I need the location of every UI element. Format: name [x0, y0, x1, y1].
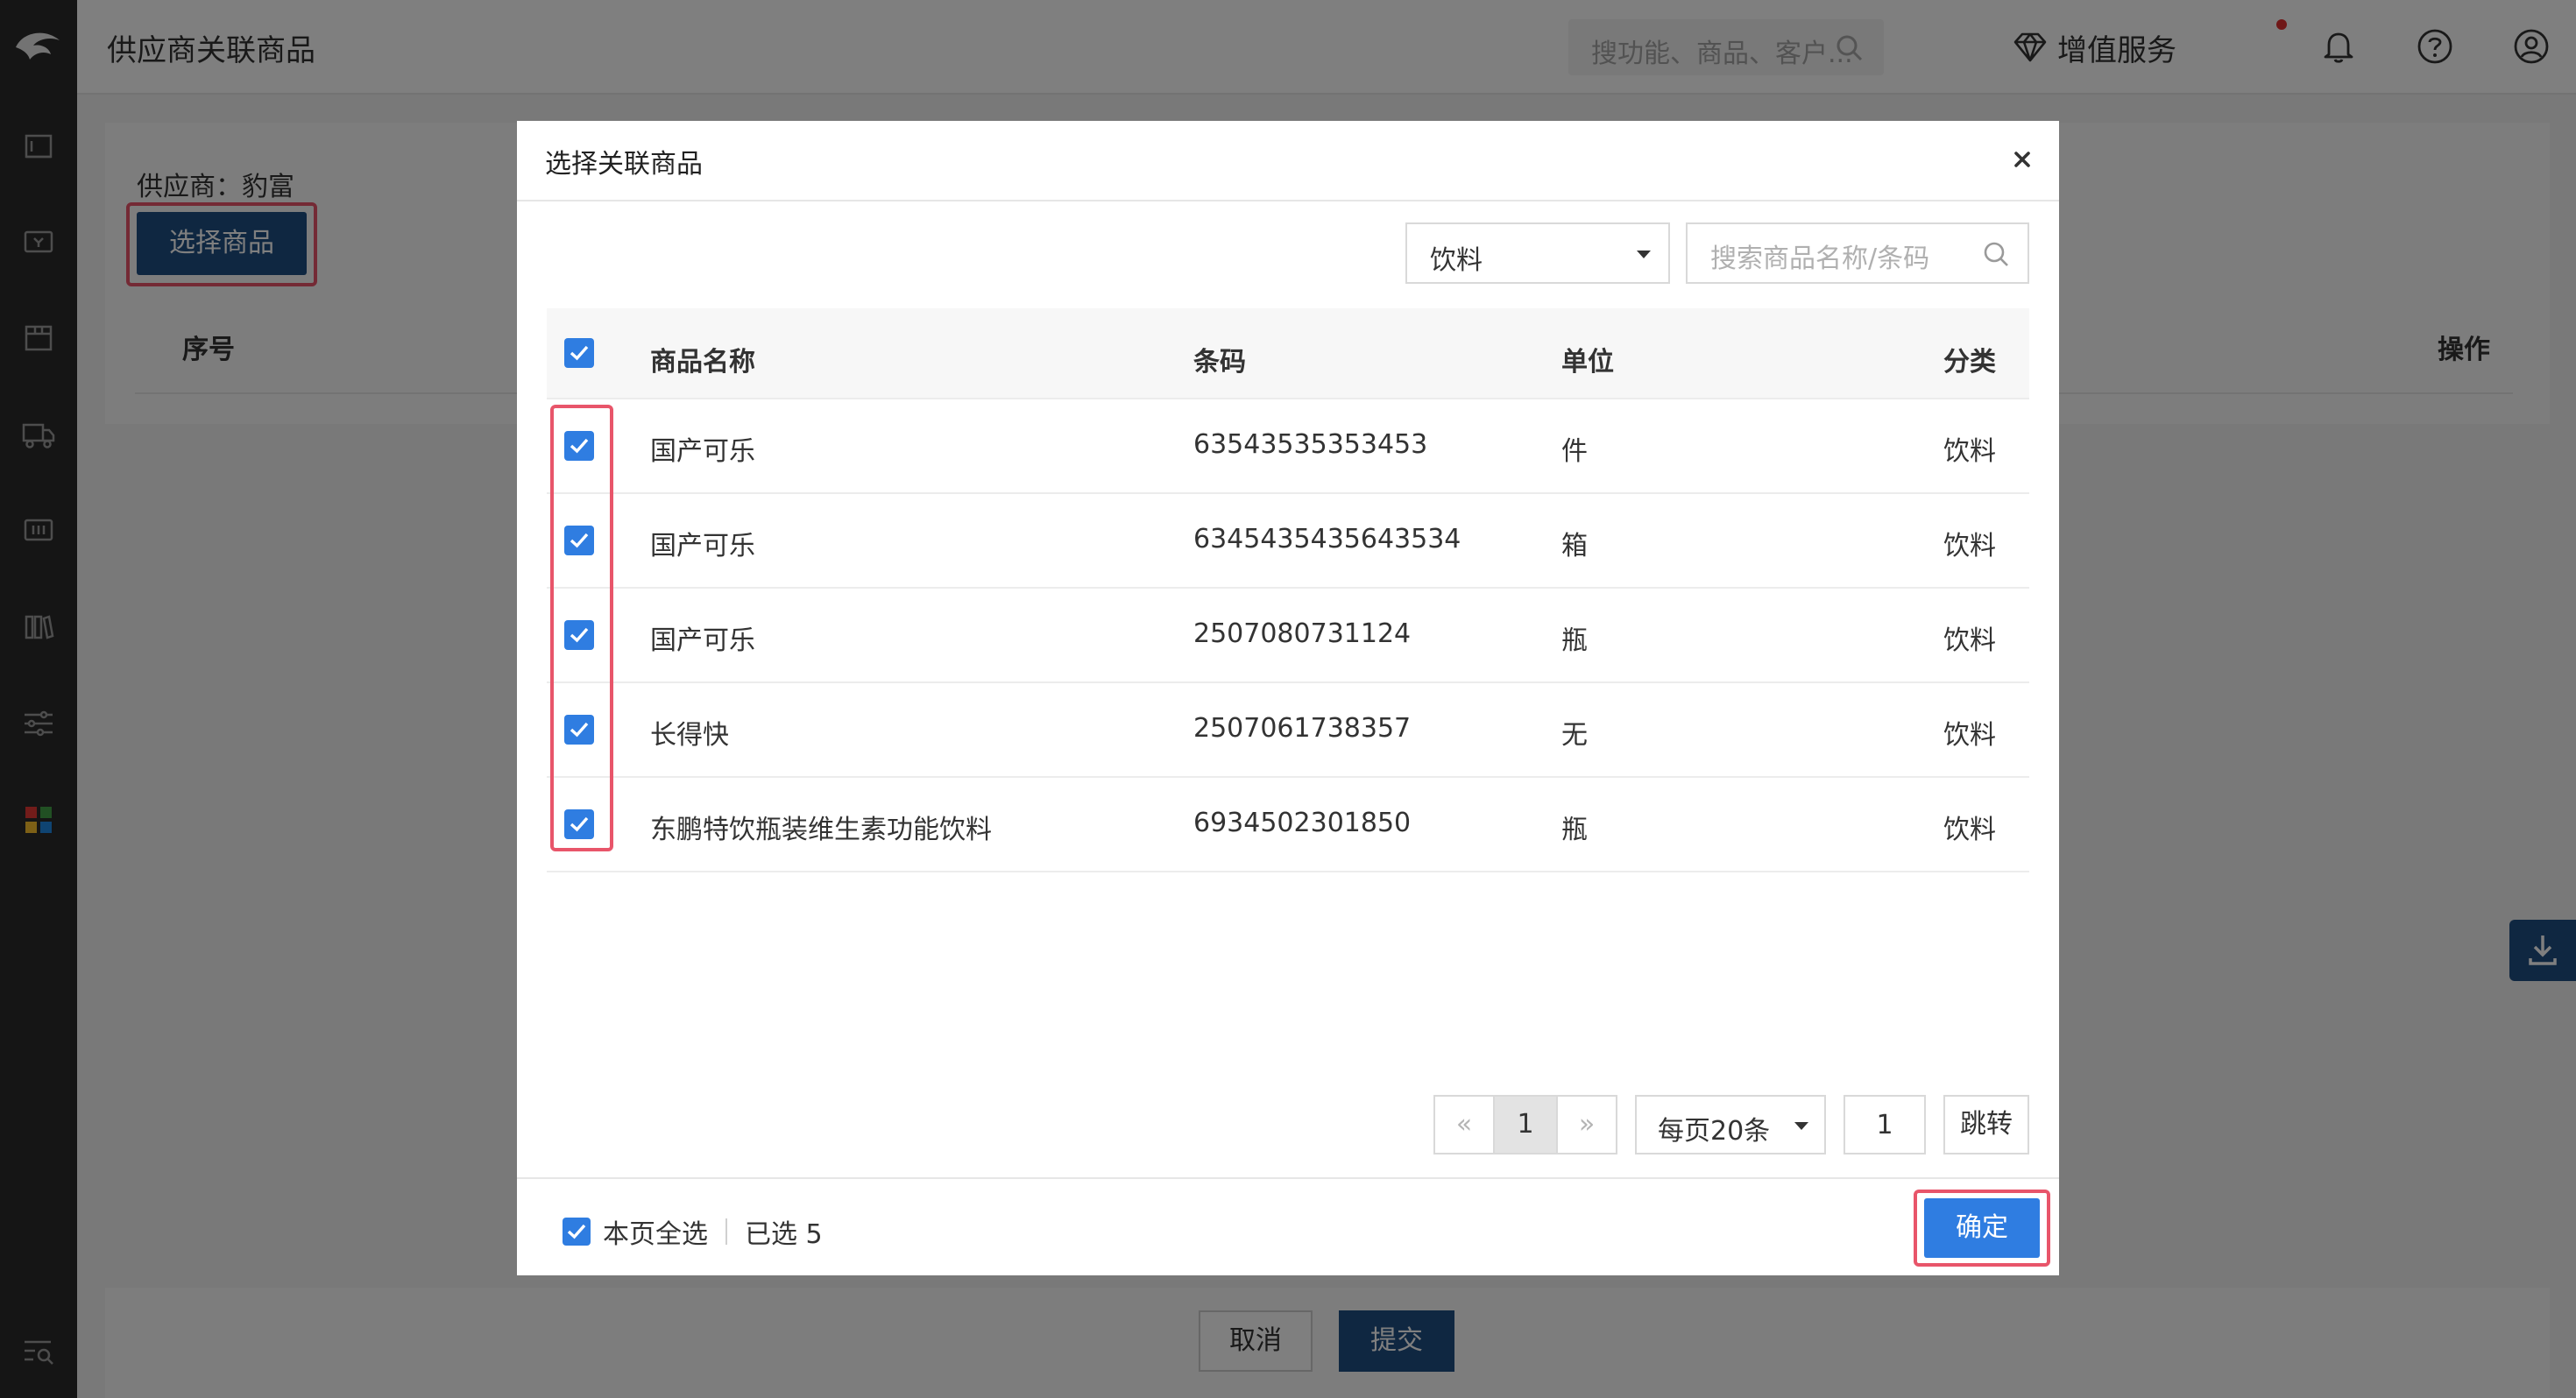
- footer-separator: [725, 1218, 727, 1245]
- row-barcode: 63543535353453: [1193, 429, 1428, 460]
- next-page-button[interactable]: »: [1556, 1095, 1617, 1154]
- column-header-name: 商品名称: [650, 347, 755, 378]
- table-row[interactable]: 国产可乐 2507080731124 瓶 饮料: [547, 589, 2029, 683]
- row-name: 国产可乐: [650, 531, 755, 561]
- table-header-row: 商品名称 条码 单位 分类: [547, 308, 2029, 399]
- column-header-category: 分类: [1943, 347, 1996, 378]
- row-barcode: 6345435435643534: [1193, 524, 1461, 554]
- row-unit: 瓶: [1561, 625, 1588, 656]
- page-1-button[interactable]: 1: [1495, 1095, 1556, 1154]
- chevron-down-icon: [1637, 251, 1651, 258]
- row-category: 饮料: [1943, 815, 1996, 845]
- check-icon: [570, 345, 589, 361]
- footer-select-all: 本页全选 已选 5: [563, 1212, 823, 1251]
- page-size-select[interactable]: 每页20条: [1635, 1095, 1826, 1154]
- close-icon[interactable]: [2003, 140, 2042, 179]
- row-unit: 件: [1561, 436, 1588, 467]
- jump-button[interactable]: 跳转: [1943, 1095, 2029, 1154]
- select-products-modal: 选择关联商品 饮料 搜索商品名称/条码 商品名称 条码 单位 分类 国产可乐 6…: [517, 121, 2059, 1275]
- row-category: 饮料: [1943, 720, 1996, 751]
- row-category: 饮料: [1943, 436, 1996, 467]
- row-name: 东鹏特饮瓶装维生素功能饮料: [650, 815, 992, 845]
- table-row[interactable]: 东鹏特饮瓶装维生素功能饮料 6934502301850 瓶 饮料: [547, 778, 2029, 872]
- table-row[interactable]: 国产可乐 63543535353453 件 饮料: [547, 399, 2029, 494]
- table-row[interactable]: 国产可乐 6345435435643534 箱 饮料: [547, 494, 2029, 589]
- row-unit: 无: [1561, 720, 1588, 751]
- table-row[interactable]: 长得快 2507061738357 无 饮料: [547, 683, 2029, 778]
- check-icon: [567, 1224, 586, 1239]
- confirm-button-highlight: [1914, 1190, 2050, 1267]
- row-name: 国产可乐: [650, 625, 755, 656]
- column-header-barcode: 条码: [1193, 347, 1246, 378]
- select-all-checkbox[interactable]: [564, 338, 594, 368]
- search-icon: [1984, 242, 2008, 266]
- modal-header: 选择关联商品: [517, 121, 2059, 201]
- row-name: 长得快: [650, 720, 729, 751]
- prev-page-button[interactable]: «: [1433, 1095, 1495, 1154]
- jump-page-input[interactable]: [1844, 1095, 1926, 1154]
- row-name: 国产可乐: [650, 436, 755, 467]
- page-size-value: 每页20条: [1658, 1116, 1771, 1147]
- row-category: 饮料: [1943, 625, 1996, 656]
- selected-count: 已选 5: [745, 1219, 823, 1250]
- chevron-down-icon: [1794, 1122, 1808, 1130]
- modal-title: 选择关联商品: [545, 149, 703, 180]
- row-unit: 瓶: [1561, 815, 1588, 845]
- product-search-placeholder: 搜索商品名称/条码: [1710, 244, 1930, 274]
- row-category: 饮料: [1943, 531, 1996, 561]
- row-barcode: 2507061738357: [1193, 713, 1412, 744]
- row-unit: 箱: [1561, 531, 1588, 561]
- row-barcode: 2507080731124: [1193, 618, 1412, 649]
- modal-footer: 本页全选 已选 5: [517, 1177, 2059, 1275]
- page-select-all-label[interactable]: 本页全选: [603, 1212, 708, 1251]
- category-select-value: 饮料: [1430, 245, 1483, 276]
- category-select[interactable]: 饮料: [1405, 222, 1670, 284]
- row-barcode: 6934502301850: [1193, 808, 1412, 838]
- pagination: « 1 »: [1433, 1095, 1617, 1154]
- column-header-unit: 单位: [1561, 347, 1614, 378]
- row-checkboxes-highlight: [550, 405, 613, 851]
- page-select-all-checkbox[interactable]: [563, 1218, 591, 1246]
- product-search-input[interactable]: 搜索商品名称/条码: [1686, 222, 2029, 284]
